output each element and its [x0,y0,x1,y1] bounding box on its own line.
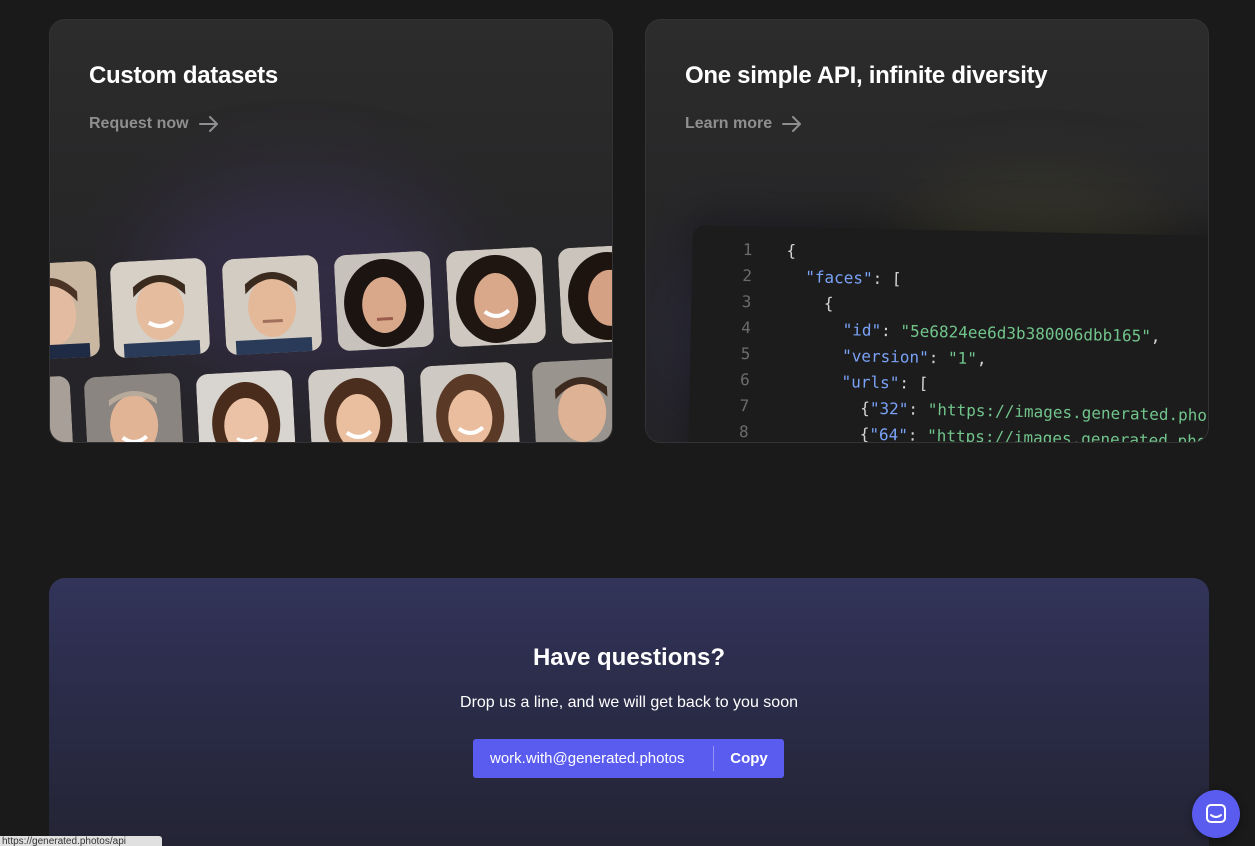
code-line: 3 { [691,291,834,320]
request-now-link[interactable]: Request now [89,115,219,133]
code-text: { [786,240,797,261]
line-number: 8 [738,422,749,442]
code-key: "64" [869,424,909,443]
code-string: "1" [947,348,978,368]
face-thumbnail [531,357,612,442]
chat-icon [1206,804,1226,823]
code-key: "32" [869,398,909,419]
line-number: 2 [742,266,753,286]
line-number: 7 [739,396,750,416]
face-gallery [50,240,612,442]
learn-more-link[interactable]: Learn more [685,115,802,133]
copy-button[interactable]: Copy [714,750,784,767]
face-thumbnail [557,243,612,345]
page: Custom datasets Request now One simple A… [0,0,1255,846]
code-key: "version" [841,346,929,367]
chat-launcher-button[interactable] [1192,790,1240,838]
status-bar-url: https://generated.photos/api [0,836,162,846]
code-text: { [785,292,834,313]
code-sample: 1 { 2 "faces": [ 3 { 4 "id": "5e6824ee6d… [687,225,1209,443]
line-number: 5 [740,344,751,364]
code-key: "id" [842,320,882,340]
code-key: "urls" [841,372,900,393]
card-title: One simple API, infinite diversity [685,62,1048,89]
face-thumbnail [221,254,323,356]
code-string: "5e6824ee6d3b380006dbb165" [900,321,1152,346]
code-key: "faces" [805,267,873,288]
email-copy-box: work.with@generated.photos Copy [473,739,784,778]
code-line: 1 { [692,239,797,267]
face-thumbnail [419,361,521,442]
face-thumbnail [307,365,409,442]
face-thumbnail [333,250,435,352]
arrow-right-icon [782,116,802,132]
face-thumbnail [83,372,185,442]
arrow-right-icon [198,116,218,132]
face-thumbnail [445,246,547,348]
face-thumbnail [50,260,101,362]
line-number: 6 [739,370,750,390]
contact-email[interactable]: work.with@generated.photos [473,750,713,767]
face-thumbnail [195,369,297,442]
code-string: "https://images.generated.photos/ [927,399,1209,426]
link-label: Learn more [685,115,773,132]
face-thumbnail [109,257,211,359]
line-number: 1 [742,240,753,260]
custom-datasets-card: Custom datasets Request now [49,19,613,443]
face-thumbnail [50,375,75,442]
contact-title: Have questions? [532,644,726,671]
card-title: Custom datasets [89,62,278,89]
line-number: 4 [741,318,752,338]
link-label: Request now [89,115,189,132]
line-number: 3 [741,292,752,312]
api-card: One simple API, infinite diversity Learn… [645,19,1209,443]
contact-section: Have questions? Drop us a line, and we w… [49,578,1209,846]
contact-subtitle: Drop us a line, and we will get back to … [460,694,798,711]
